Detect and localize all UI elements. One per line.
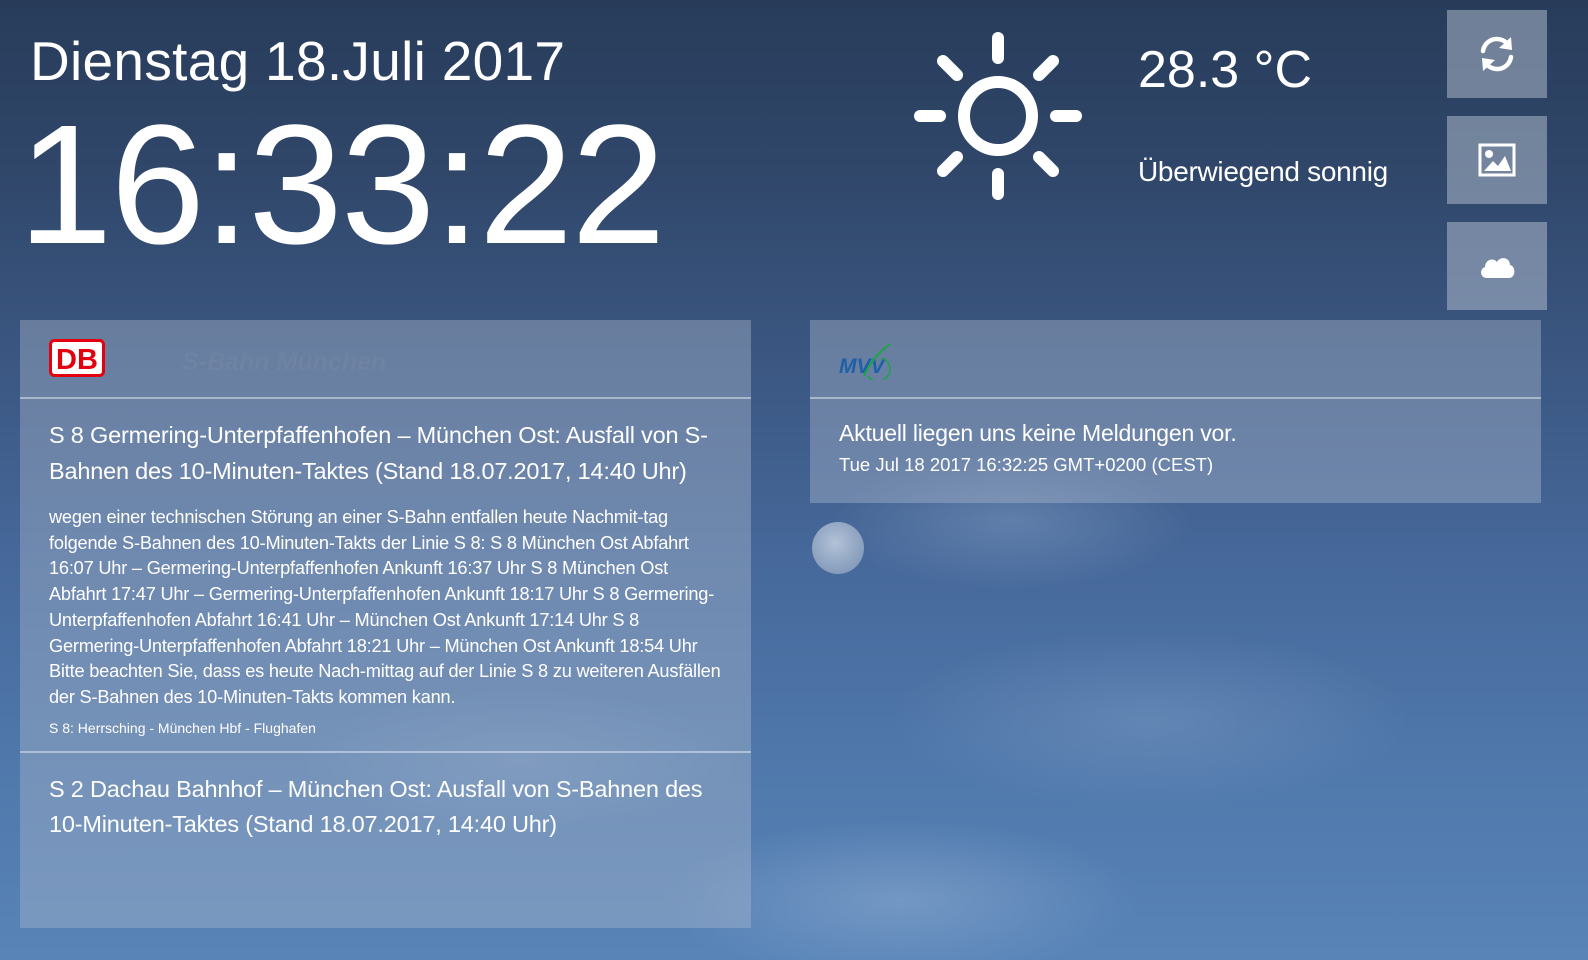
sbahn-muenchen-logo: S-Bahn München (182, 348, 387, 376)
mvv-logo: MVV (838, 340, 894, 385)
db-sbahn-panel: DB S-Bahn München S 8 Germering-Unterpfa… (20, 320, 751, 928)
mvv-timestamp: Tue Jul 18 2017 16:32:25 GMT+0200 (CEST) (839, 454, 1214, 475)
current-time: 16:33:22 (18, 90, 666, 280)
weather-button[interactable] (1447, 222, 1547, 310)
refresh-button[interactable] (1447, 10, 1547, 98)
disruption-message: S 8 Germering-Unterpfaffenhofen – Münche… (20, 399, 751, 753)
disruption-message: S 2 Dachau Bahnhof – München Ost: Ausfal… (20, 753, 751, 857)
message-body: wegen einer technischen Störung an einer… (49, 507, 721, 707)
moon-icon (812, 522, 864, 574)
current-date: Dienstag 18.Juli 2017 (30, 30, 566, 92)
image-icon (1478, 143, 1516, 177)
db-panel-header: DB S-Bahn München (20, 320, 751, 399)
sun-icon (912, 30, 1084, 202)
db-logo: DB (49, 339, 105, 377)
mvv-panel-header: MVV (810, 320, 1541, 399)
refresh-icon (1477, 34, 1517, 74)
mvv-panel: MVV Aktuell liegen uns keine Meldungen v… (810, 320, 1541, 503)
message-title: S 8 Germering-Unterpfaffenhofen – Münche… (49, 422, 708, 484)
mvv-status: Aktuell liegen uns keine Meldungen vor. (839, 420, 1237, 446)
message-affected-lines: S 8: Herrsching - München Hbf - Flughafe… (49, 719, 316, 736)
cloud-icon (1477, 252, 1517, 280)
mvv-message: Aktuell liegen uns keine Meldungen vor. … (810, 399, 1541, 495)
temperature: 28.3 °C (1138, 41, 1313, 99)
background-image-button[interactable] (1447, 116, 1547, 204)
message-title: S 2 Dachau Bahnhof – München Ost: Ausfal… (49, 775, 703, 838)
svg-text:DB: DB (56, 344, 98, 376)
weather-condition: Überwiegend sonnig (1138, 156, 1388, 187)
svg-text:MVV: MVV (839, 355, 887, 378)
